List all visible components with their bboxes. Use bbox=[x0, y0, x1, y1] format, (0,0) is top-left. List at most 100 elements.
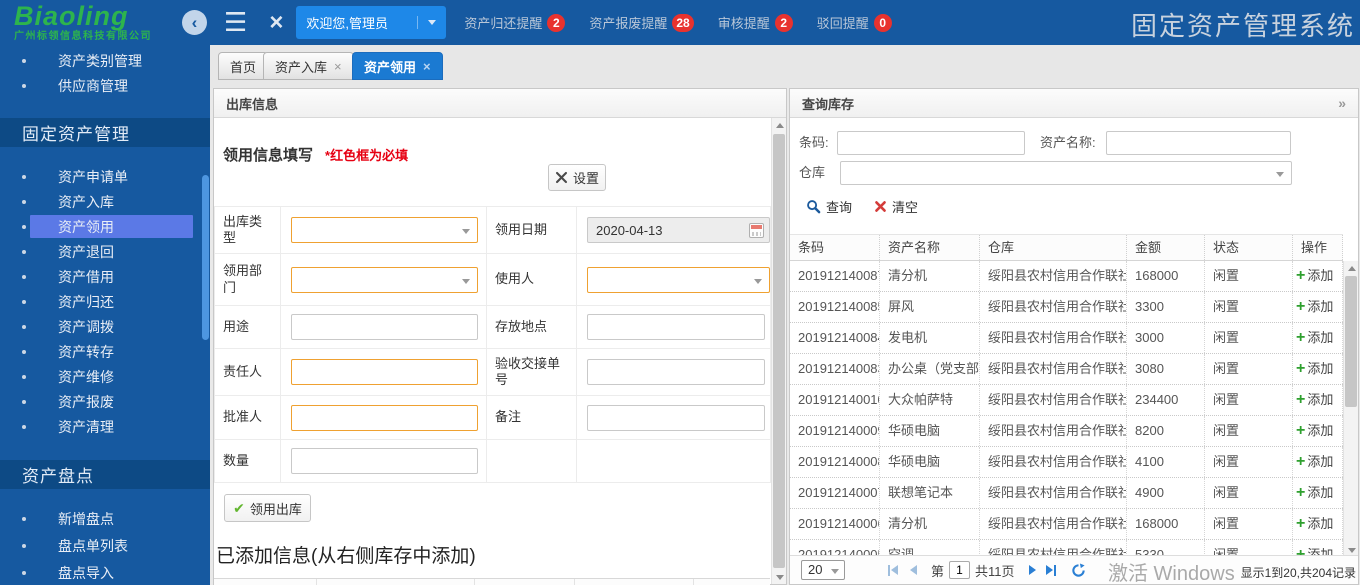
close-icon[interactable]: × bbox=[269, 9, 283, 37]
notification-item[interactable]: 审核提醒 2 bbox=[718, 13, 793, 32]
asset-name-input[interactable] bbox=[1106, 131, 1291, 155]
plus-icon: + bbox=[1296, 454, 1305, 470]
scroll-down-arrow-icon[interactable] bbox=[772, 570, 787, 584]
sidebar-item[interactable]: 资产清理 bbox=[0, 414, 210, 439]
cell-asset-name: 清分机 bbox=[880, 509, 980, 539]
user-select[interactable] bbox=[587, 267, 770, 293]
notification-item[interactable]: 资产归还提醒 2 bbox=[464, 13, 565, 32]
location-input[interactable] bbox=[587, 314, 765, 340]
refresh-icon[interactable] bbox=[1071, 563, 1086, 578]
sidebar-item[interactable]: 资产报废 bbox=[0, 389, 210, 414]
add-row-button[interactable]: + 添加 bbox=[1293, 292, 1343, 322]
sidebar-item[interactable]: 资产转存 bbox=[0, 339, 210, 364]
purpose-input[interactable] bbox=[291, 314, 478, 340]
sidebar-item[interactable]: 资产归还 bbox=[0, 289, 210, 314]
approver-input[interactable] bbox=[291, 405, 478, 431]
chevron-down-icon bbox=[417, 16, 436, 29]
tab[interactable]: 资产入库 × bbox=[263, 52, 354, 80]
quantity-input[interactable] bbox=[291, 448, 478, 474]
hamburger-menu-icon[interactable]: ☰ bbox=[224, 0, 247, 45]
tab-close-icon[interactable]: × bbox=[423, 59, 431, 74]
sidebar: 资产类别管理 供应商管理 固定资产管理 资产申请单 资产入库 资产领用 资产退回… bbox=[0, 45, 210, 585]
table-scrollbar[interactable] bbox=[1343, 261, 1358, 557]
scrollbar-thumb[interactable] bbox=[773, 134, 785, 568]
sidebar-item[interactable]: 资产申请单 bbox=[0, 164, 210, 189]
plus-icon: + bbox=[1296, 330, 1305, 346]
sidebar-item-label: 盘点导入 bbox=[58, 563, 114, 583]
notification-badge: 28 bbox=[672, 14, 693, 32]
column-header: 资产名称 bbox=[880, 235, 980, 260]
search-button-label: 查询 bbox=[826, 197, 852, 216]
responsible-input[interactable] bbox=[291, 359, 478, 385]
barcode-input[interactable] bbox=[837, 131, 1025, 155]
add-row-button[interactable]: + 添加 bbox=[1293, 385, 1343, 415]
table-row: 201912140084 发电机 绥阳县农村信用合作联社刘 3000 闲置 + … bbox=[790, 323, 1343, 354]
add-row-button[interactable]: + 添加 bbox=[1293, 478, 1343, 508]
checkout-submit-button[interactable]: ✔ 领用出库 bbox=[224, 494, 311, 522]
sidebar-item[interactable]: 资产类别管理 bbox=[0, 48, 210, 73]
settings-button[interactable]: 设置 bbox=[548, 164, 606, 191]
settings-icon bbox=[555, 171, 568, 184]
notification-item[interactable]: 资产报废提醒 28 bbox=[589, 13, 693, 32]
chevron-left-icon: ‹ bbox=[192, 13, 198, 33]
total-pages-label: 共11页 bbox=[975, 561, 1015, 580]
scrollbar-thumb[interactable] bbox=[1345, 276, 1357, 407]
scroll-up-arrow-icon[interactable] bbox=[1344, 261, 1359, 275]
welcome-user-button[interactable]: 欢迎您,管理员 bbox=[296, 6, 446, 39]
add-row-button[interactable]: + 添加 bbox=[1293, 354, 1343, 384]
sidebar-item[interactable]: 新增盘点 bbox=[0, 505, 210, 532]
cell-barcode: 201912140087 bbox=[790, 261, 880, 291]
out-type-select[interactable] bbox=[291, 217, 478, 243]
add-row-button[interactable]: + 添加 bbox=[1293, 509, 1343, 539]
search-button[interactable]: 查询 bbox=[806, 197, 852, 216]
receipt-input[interactable] bbox=[587, 359, 765, 385]
approver-label: 批准人 bbox=[214, 395, 280, 439]
cell-amount: 3300 bbox=[1127, 292, 1205, 322]
calendar-icon[interactable] bbox=[749, 223, 764, 238]
sidebar-item[interactable]: 资产调拨 bbox=[0, 314, 210, 339]
sidebar-item[interactable]: 资产借用 bbox=[0, 264, 210, 289]
sidebar-item[interactable]: 资产退回 bbox=[0, 239, 210, 264]
prev-page-button[interactable] bbox=[910, 565, 917, 575]
tab[interactable]: 资产领用 × bbox=[352, 52, 443, 80]
page-number-input[interactable] bbox=[949, 561, 970, 579]
outbound-panel-header: 出库信息 bbox=[214, 89, 786, 118]
form-scrollbar[interactable] bbox=[771, 118, 786, 584]
sidebar-scrollbar-thumb[interactable] bbox=[202, 175, 209, 340]
warehouse-select[interactable] bbox=[840, 161, 1292, 185]
sidebar-item[interactable]: 供应商管理 bbox=[0, 73, 210, 98]
collapse-panel-icon[interactable]: » bbox=[1338, 95, 1346, 111]
sidebar-item[interactable]: 盘点单列表 bbox=[0, 532, 210, 559]
dept-select[interactable] bbox=[291, 267, 478, 293]
notification-item[interactable]: 驳回提醒 0 bbox=[817, 13, 892, 32]
notification-label: 驳回提醒 bbox=[817, 13, 869, 32]
cell-status: 闲置 bbox=[1205, 447, 1293, 477]
sidebar-collapse-button[interactable]: ‹ bbox=[182, 10, 207, 35]
page-size-select[interactable]: 20 bbox=[801, 560, 845, 580]
plus-icon: + bbox=[1296, 516, 1305, 532]
remark-input[interactable] bbox=[587, 405, 765, 431]
date-picker[interactable]: 2020-04-13 bbox=[587, 217, 770, 243]
cell-warehouse: 绥阳县农村信用合作联社刘 bbox=[980, 509, 1127, 539]
next-page-button[interactable] bbox=[1029, 565, 1036, 575]
notification-badge: 0 bbox=[874, 14, 892, 32]
last-page-button[interactable] bbox=[1046, 565, 1057, 576]
notification-label: 资产归还提醒 bbox=[464, 13, 542, 32]
sidebar-item[interactable]: 资产入库 bbox=[0, 189, 210, 214]
add-row-button[interactable]: + 添加 bbox=[1293, 416, 1343, 446]
bullet-icon bbox=[22, 84, 26, 88]
tab-close-icon[interactable]: × bbox=[334, 59, 342, 74]
add-row-button[interactable]: + 添加 bbox=[1293, 323, 1343, 353]
sidebar-item[interactable]: 资产领用 bbox=[0, 214, 210, 239]
tab[interactable]: 首页 bbox=[218, 52, 268, 80]
first-page-button[interactable] bbox=[887, 565, 898, 576]
add-row-button[interactable]: + 添加 bbox=[1293, 261, 1343, 291]
sidebar-item[interactable]: 盘点导入 bbox=[0, 559, 210, 585]
scroll-up-arrow-icon[interactable] bbox=[772, 118, 787, 132]
clear-button[interactable]: 清空 bbox=[874, 197, 918, 216]
add-row-button[interactable]: + 添加 bbox=[1293, 447, 1343, 477]
sidebar-item[interactable]: 资产维修 bbox=[0, 364, 210, 389]
sidebar-group-header: 固定资产管理 bbox=[0, 118, 210, 147]
cell-barcode: 201912140008 bbox=[790, 447, 880, 477]
cell-amount: 3080 bbox=[1127, 354, 1205, 384]
